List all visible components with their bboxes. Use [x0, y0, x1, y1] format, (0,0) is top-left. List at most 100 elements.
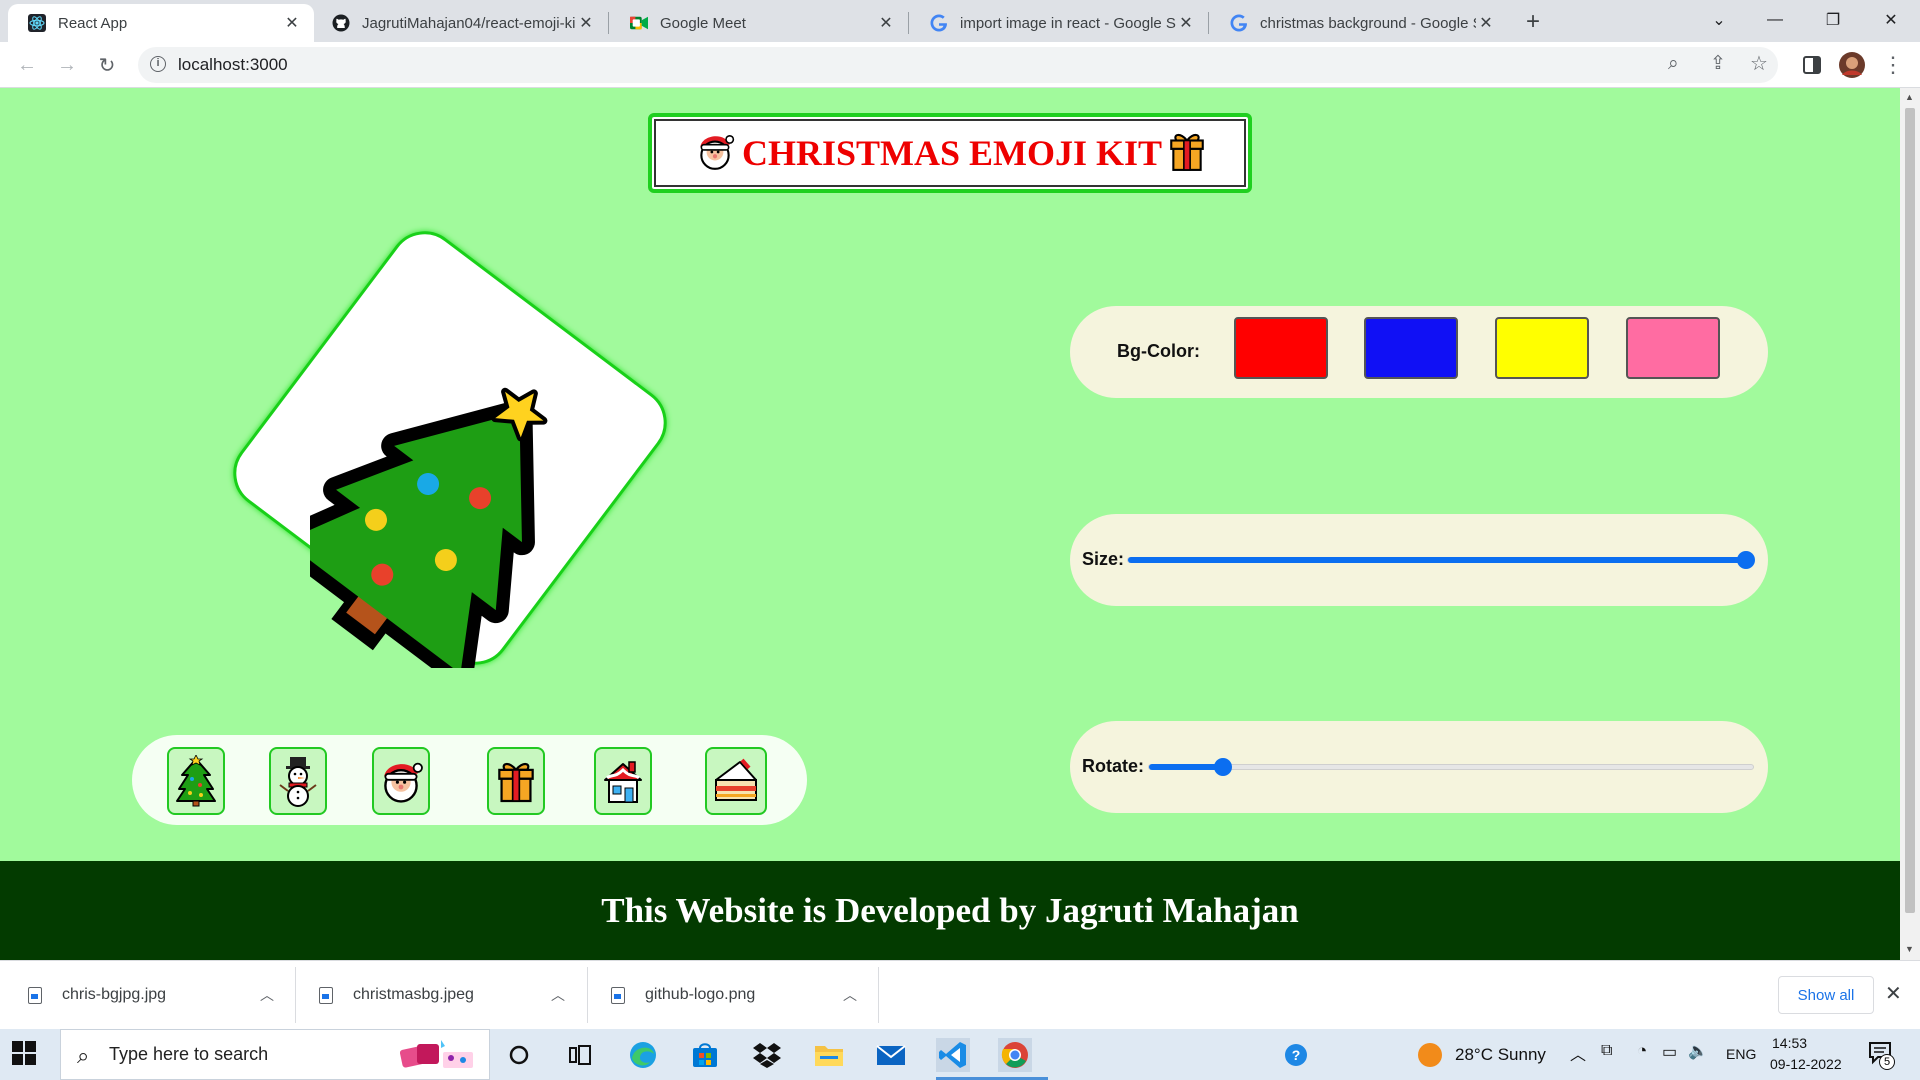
meet-now-icon[interactable]: ⧉ — [1601, 1042, 1612, 1060]
emoji-option-snowman[interactable] — [269, 747, 327, 815]
battery-icon[interactable]: ▭ — [1662, 1042, 1677, 1062]
size-label: Size: — [1082, 549, 1125, 569]
download-filename: github-logo.png — [645, 986, 756, 1003]
reload-icon[interactable]: ↻ — [92, 50, 122, 80]
chevron-up-icon[interactable]: ︿ — [551, 985, 565, 1005]
restore-icon[interactable]: ❐ — [1806, 0, 1860, 40]
bg-color-panel: Bg-Color: — [1070, 306, 1768, 398]
site-info-icon[interactable]: i — [150, 56, 166, 72]
back-arrow-icon[interactable]: ← — [12, 50, 42, 80]
search-highlight-icon — [397, 1038, 481, 1077]
clock-time[interactable]: 14:53 — [1772, 1035, 1807, 1051]
volume-icon[interactable]: 🔈 — [1688, 1041, 1708, 1061]
profile-avatar[interactable] — [1837, 50, 1867, 80]
zoom-icon[interactable]: ⌕ — [1668, 53, 1679, 75]
tab-google-meet[interactable]: Google Meet ✕ — [610, 4, 908, 42]
taskbar-search-placeholder: Type here to search — [109, 1044, 269, 1064]
emoji-picker — [132, 735, 807, 825]
close-icon[interactable]: ✕ — [1176, 13, 1196, 33]
bg-color-blue-swatch[interactable] — [1364, 317, 1458, 379]
emoji-option-cake[interactable] — [705, 747, 767, 815]
emoji-option-christmas-tree[interactable] — [167, 747, 225, 815]
minimize-icon[interactable]: — — [1748, 0, 1802, 40]
size-slider-thumb[interactable] — [1737, 551, 1755, 569]
menu-kebab-icon[interactable]: ⋮ — [1878, 50, 1908, 80]
tab-react-app[interactable]: React App ✕ — [8, 4, 314, 42]
footer-text: This Website is Developed by Jagruti Mah… — [601, 890, 1299, 930]
show-all-downloads-button[interactable]: Show all — [1778, 976, 1874, 1014]
tab-separator — [908, 12, 909, 34]
file-explorer-icon[interactable] — [812, 1038, 846, 1072]
bg-color-pink-swatch[interactable] — [1626, 317, 1720, 379]
clock-date[interactable]: 09-12-2022 — [1770, 1056, 1842, 1072]
download-item[interactable]: christmasbg.jpeg ︿ — [319, 961, 581, 1029]
download-item[interactable]: github-logo.png ︿ — [611, 961, 873, 1029]
new-tab-button[interactable]: + — [1518, 8, 1548, 38]
tab-title: import image in react - Google S — [960, 14, 1176, 32]
react-icon — [28, 14, 46, 32]
notification-count-badge: 5 — [1879, 1054, 1895, 1070]
cortana-icon[interactable] — [502, 1038, 536, 1072]
dropbox-icon[interactable] — [750, 1038, 784, 1072]
scroll-down-arrow-icon[interactable]: ▼ — [1905, 944, 1914, 954]
task-view-icon[interactable] — [563, 1038, 597, 1072]
windows-start-icon[interactable] — [12, 1041, 40, 1069]
close-icon[interactable]: ✕ — [876, 13, 896, 33]
close-icon[interactable]: ✕ — [282, 13, 302, 33]
browser-tab-strip: React App ✕ JagrutiMahajan04/react-emoji… — [0, 0, 1920, 42]
close-icon[interactable]: ✕ — [1885, 981, 1902, 1006]
gift-icon — [1168, 130, 1206, 177]
tab-google-search-import[interactable]: import image in react - Google S ✕ — [910, 4, 1208, 42]
rotate-slider[interactable] — [1148, 758, 1754, 776]
side-panel-icon[interactable] — [1797, 50, 1827, 80]
tab-title: christmas background - Google S — [1260, 14, 1476, 32]
microsoft-store-icon[interactable] — [688, 1038, 722, 1072]
chevron-up-icon[interactable]: ︿ — [843, 985, 857, 1005]
google-icon — [930, 14, 948, 32]
page-footer: This Website is Developed by Jagruti Mah… — [0, 861, 1900, 960]
chrome-icon[interactable] — [998, 1038, 1032, 1072]
chevron-up-icon[interactable]: ︿ — [260, 985, 274, 1005]
emoji-option-gift[interactable] — [487, 747, 545, 815]
help-icon[interactable]: ? — [1280, 1038, 1314, 1072]
show-hidden-icons-chevron-up-icon[interactable]: ︿ — [1570, 1041, 1586, 1065]
close-icon[interactable]: ✕ — [576, 13, 596, 33]
network-wifi-icon[interactable]: ◔ — [1637, 1041, 1647, 1061]
window-close-icon[interactable]: ✕ — [1864, 0, 1918, 40]
christmas-tree-icon — [271, 368, 570, 687]
weather-text[interactable]: 28°C Sunny — [1455, 1045, 1546, 1065]
language-indicator[interactable]: ENG — [1726, 1046, 1756, 1062]
christmas-tree-icon — [176, 755, 216, 807]
file-icon — [28, 986, 42, 1004]
bg-color-label: Bg-Color: — [1117, 341, 1200, 361]
emoji-option-house[interactable] — [594, 747, 652, 815]
app-page: CHRISTMAS EMOJI KIT Bg-Color: Size: Rota… — [0, 88, 1900, 960]
download-item[interactable]: chris-bgjpg.jpg ︿ — [28, 961, 290, 1029]
vscode-icon[interactable] — [936, 1038, 970, 1072]
tab-search-chevron-down-icon[interactable]: ⌄ — [1692, 0, 1746, 40]
weather-sun-icon[interactable] — [1418, 1043, 1442, 1067]
tab-title: JagrutiMahajan04/react-emoji-ki — [362, 14, 576, 32]
page-scrollbar[interactable]: ▲ ▼ — [1900, 88, 1920, 960]
taskbar-search-box[interactable]: ⌕ Type here to search — [60, 1029, 490, 1080]
edge-browser-icon[interactable] — [626, 1038, 660, 1072]
size-panel: Size: — [1070, 514, 1768, 606]
tab-google-search-christmas[interactable]: christmas background - Google S ✕ — [1210, 4, 1508, 42]
tab-github[interactable]: JagrutiMahajan04/react-emoji-ki ✕ — [312, 4, 608, 42]
tab-separator — [1208, 12, 1209, 34]
close-icon[interactable]: ✕ — [1476, 13, 1496, 33]
rotate-slider-thumb[interactable] — [1214, 758, 1232, 776]
bg-color-yellow-swatch[interactable] — [1495, 317, 1589, 379]
share-icon[interactable]: ⇪ — [1710, 52, 1726, 75]
emoji-option-santa[interactable] — [372, 747, 430, 815]
bookmark-star-icon[interactable]: ☆ — [1750, 51, 1768, 76]
bg-color-red-swatch[interactable] — [1234, 317, 1328, 379]
scrollbar-thumb[interactable] — [1905, 108, 1915, 913]
mail-icon[interactable] — [874, 1038, 908, 1072]
size-slider[interactable] — [1127, 551, 1755, 569]
url-text[interactable]: localhost:3000 — [178, 55, 288, 75]
forward-arrow-icon[interactable]: → — [52, 50, 82, 80]
divider — [878, 967, 879, 1023]
address-bar[interactable]: i localhost:3000 ⌕ ⇪ ☆ — [138, 47, 1778, 83]
scroll-up-arrow-icon[interactable]: ▲ — [1905, 92, 1914, 102]
